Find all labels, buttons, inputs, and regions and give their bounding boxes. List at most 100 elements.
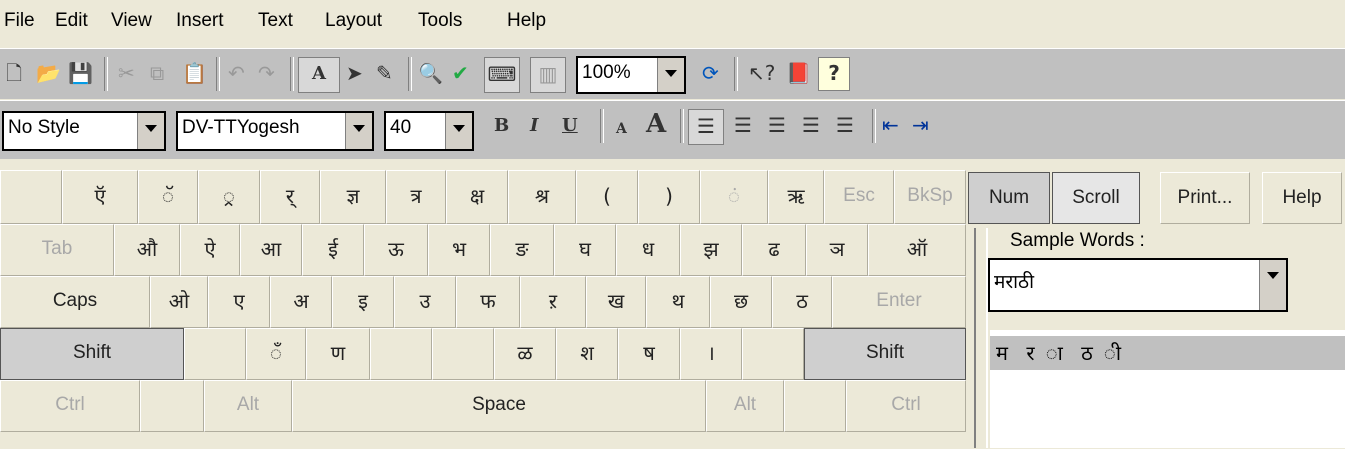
key-row2-9[interactable]: ध: [616, 224, 680, 276]
help-icon[interactable]: ?: [818, 57, 850, 91]
cut-icon[interactable]: ✂: [118, 61, 135, 85]
justify-icon[interactable]: ☰: [802, 113, 820, 137]
key-row3-1[interactable]: ओ: [150, 276, 208, 328]
style-select[interactable]: No Style: [2, 111, 166, 151]
key-blank-row4-10[interactable]: [742, 328, 804, 380]
key-row4-9[interactable]: ।: [680, 328, 742, 380]
italic-button[interactable]: I: [530, 115, 538, 136]
key-row1-8[interactable]: श्र: [508, 170, 576, 224]
pencil-icon[interactable]: ✎: [376, 61, 393, 85]
decrease-font-button[interactable]: A: [616, 121, 627, 137]
key-row3-4[interactable]: इ: [332, 276, 394, 328]
chevron-down-icon[interactable]: [137, 113, 164, 149]
key-blank-row5-5[interactable]: [784, 380, 846, 432]
chevron-down-icon[interactable]: [345, 113, 372, 149]
refresh-icon[interactable]: ⟳: [702, 61, 719, 85]
menu-help[interactable]: Help: [507, 10, 546, 32]
bold-button[interactable]: B: [494, 115, 509, 136]
new-icon[interactable]: 🗋: [6, 61, 22, 85]
scroll-lock-button[interactable]: Scroll: [1052, 172, 1140, 224]
indent-icon[interactable]: ⇥: [912, 113, 929, 137]
columns-icon[interactable]: ▥: [530, 57, 566, 93]
key-row1-2[interactable]: ॅ: [138, 170, 198, 224]
help-button[interactable]: Help: [1262, 172, 1342, 224]
spellcheck-icon[interactable]: ✔: [452, 61, 469, 85]
chevron-down-icon[interactable]: [1259, 260, 1286, 310]
num-lock-button[interactable]: Num: [968, 172, 1050, 224]
font-size-select[interactable]: 40: [384, 111, 474, 151]
align-center-icon[interactable]: ☰: [734, 113, 752, 137]
pointer-icon[interactable]: ➤: [346, 61, 363, 85]
outdent-icon[interactable]: ⇤: [882, 113, 899, 137]
distribute-icon[interactable]: ☰: [836, 113, 854, 137]
key-enter[interactable]: Enter: [832, 276, 966, 328]
selected-letters-row[interactable]: म र ा ठ ी: [990, 336, 1345, 370]
key-caps[interactable]: Caps: [0, 276, 150, 328]
chevron-down-icon[interactable]: [657, 58, 684, 92]
align-left-icon[interactable]: ☰: [688, 109, 724, 145]
book-icon[interactable]: 📕: [786, 61, 811, 85]
increase-font-button[interactable]: A: [646, 109, 666, 139]
sample-words-select[interactable]: मराठी: [988, 258, 1288, 312]
undo-icon[interactable]: ↶: [228, 61, 245, 85]
key-row4-6[interactable]: ळ: [494, 328, 556, 380]
key-row1-9[interactable]: (: [576, 170, 638, 224]
key-row2-6[interactable]: भ: [428, 224, 490, 276]
key-ctrl[interactable]: Ctrl: [0, 380, 140, 432]
menu-edit[interactable]: Edit: [55, 10, 88, 32]
key-tab[interactable]: Tab: [0, 224, 114, 276]
key-row3-11[interactable]: ठ: [772, 276, 832, 328]
copy-icon[interactable]: ⧉: [150, 61, 164, 85]
key-space[interactable]: Space: [292, 380, 706, 432]
key-row1-7[interactable]: क्ष: [446, 170, 508, 224]
help-pointer-icon[interactable]: ↖?: [748, 61, 775, 85]
font-select[interactable]: DV-TTYogesh: [176, 111, 374, 151]
find-icon[interactable]: 🔍: [418, 61, 443, 85]
key-row2-12[interactable]: ञ: [806, 224, 868, 276]
key-row4-8[interactable]: ष: [618, 328, 680, 380]
key-row2-10[interactable]: झ: [680, 224, 742, 276]
paste-icon[interactable]: 📋: [182, 61, 207, 85]
underline-button[interactable]: U: [562, 115, 578, 136]
key-row3-5[interactable]: उ: [394, 276, 456, 328]
key-row1-6[interactable]: त्र: [386, 170, 446, 224]
key-row3-2[interactable]: ए: [208, 276, 270, 328]
key-shift[interactable]: Shift: [0, 328, 184, 380]
key-row2-13[interactable]: ऑ: [868, 224, 966, 276]
key-blank-row4-4[interactable]: [370, 328, 432, 380]
key-row2-4[interactable]: ई: [302, 224, 364, 276]
save-icon[interactable]: 💾: [68, 61, 93, 85]
key-row1-12[interactable]: ऋ: [768, 170, 824, 224]
menu-view[interactable]: View: [111, 10, 152, 32]
key-row1-4[interactable]: र्: [260, 170, 320, 224]
menu-text[interactable]: Text: [258, 10, 293, 32]
key-row2-5[interactable]: ऊ: [364, 224, 428, 276]
menu-layout[interactable]: Layout: [325, 10, 382, 32]
key-row3-8[interactable]: ख: [586, 276, 646, 328]
key-row3-3[interactable]: अ: [270, 276, 332, 328]
key-alt[interactable]: Alt: [204, 380, 292, 432]
key-blank-row5-1[interactable]: [140, 380, 204, 432]
key-row1-3[interactable]: ्र: [198, 170, 260, 224]
key-alt[interactable]: Alt: [706, 380, 784, 432]
key-blank-row4-5[interactable]: [432, 328, 494, 380]
align-right-icon[interactable]: ☰: [768, 113, 786, 137]
open-icon[interactable]: 📂: [36, 61, 61, 85]
key-row3-7[interactable]: ऱ: [520, 276, 586, 328]
key-row4-2[interactable]: ँ: [246, 328, 306, 380]
key-row3-10[interactable]: छ: [710, 276, 772, 328]
key-esc[interactable]: Esc: [824, 170, 894, 224]
key-row3-6[interactable]: फ: [456, 276, 520, 328]
key-ctrl[interactable]: Ctrl: [846, 380, 966, 432]
keyboard-icon[interactable]: ⌨: [484, 57, 520, 93]
key-row4-3[interactable]: ण: [306, 328, 370, 380]
key-row2-7[interactable]: ङ: [490, 224, 554, 276]
letters-list[interactable]: म र ा ठ ी: [990, 330, 1345, 448]
menu-tools[interactable]: Tools: [418, 10, 462, 32]
key-row1-1[interactable]: ऍ: [62, 170, 138, 224]
key-row4-7[interactable]: श: [556, 328, 618, 380]
print-button[interactable]: Print...: [1160, 172, 1250, 224]
key-shift[interactable]: Shift: [804, 328, 966, 380]
key-row3-9[interactable]: थ: [646, 276, 710, 328]
menu-file[interactable]: File: [4, 10, 35, 32]
